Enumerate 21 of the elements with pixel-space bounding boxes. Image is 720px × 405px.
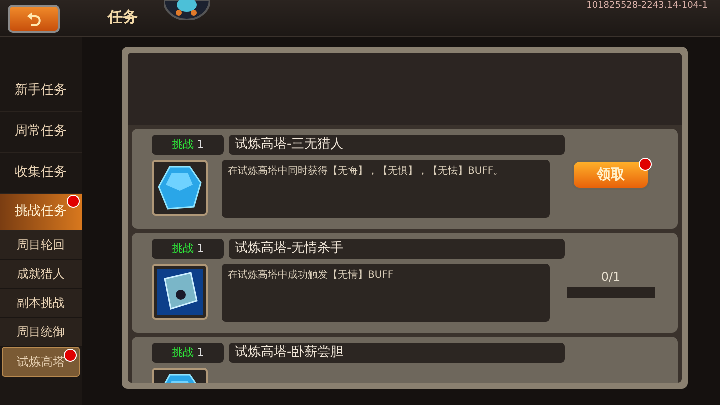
task-tag: 挑战 1 <box>152 135 224 155</box>
task-tag: 挑战 1 <box>152 343 224 363</box>
sidebar-tab[interactable]: 挑战任务 <box>0 194 82 231</box>
mascot-icon <box>164 0 210 20</box>
sidebar-subtab[interactable]: 试炼高塔 <box>2 347 80 377</box>
sidebar-subtab[interactable]: 成就猎人 <box>0 260 82 289</box>
gem-icon <box>158 165 202 211</box>
sidebar-tab[interactable]: 周常任务 <box>0 112 82 153</box>
task-title: 试炼高塔-卧薪尝胆 <box>229 343 565 363</box>
task-title: 试炼高塔-三无猎人 <box>229 135 565 155</box>
sidebar-subtab[interactable]: 副本挑战 <box>0 289 82 318</box>
build-id: 101825528-2243.14-104-1 <box>586 1 708 11</box>
sidebar-subtab[interactable]: 周目轮回 <box>0 231 82 260</box>
sidebar-tab[interactable]: 新手任务 <box>0 71 82 112</box>
task-description: 在试炼高塔中同时获得【无悔】，【无惧】，【无怯】BUFF。 <box>222 160 550 218</box>
task-tag: 挑战 1 <box>152 239 224 259</box>
task-title: 试炼高塔-无情杀手 <box>229 239 565 259</box>
page-title: 任务 <box>108 8 138 27</box>
sidebar-subtab[interactable]: 周目统御 <box>0 318 82 347</box>
task-description: 在试炼高塔中成功触发【无情】BUFF <box>222 264 550 322</box>
progress-text: 0/1 <box>601 270 621 284</box>
